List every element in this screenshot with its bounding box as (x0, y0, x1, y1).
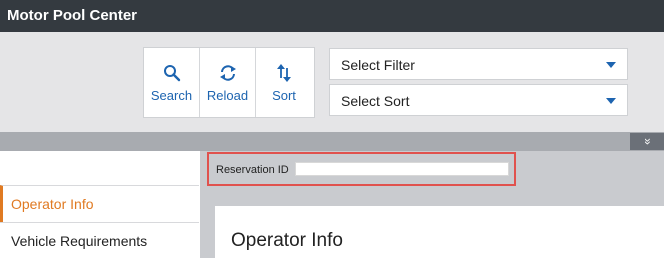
sidebar: Operator Info Vehicle Requirements (0, 151, 200, 258)
reservation-id-input[interactable] (295, 162, 509, 176)
chevron-down-icon (606, 98, 616, 104)
search-icon (163, 63, 181, 83)
reload-icon (218, 63, 238, 83)
reservation-id-box: Reservation ID (207, 152, 516, 186)
sort-select[interactable]: Select Sort (329, 84, 628, 116)
app-title: Motor Pool Center (7, 7, 137, 24)
sort-button[interactable]: Sort (256, 48, 312, 117)
filter-select[interactable]: Select Filter (329, 48, 628, 80)
sort-icon (276, 63, 292, 83)
panel-divider (0, 132, 664, 151)
chevron-down-icon (606, 62, 616, 68)
sidebar-item-label: Vehicle Requirements (11, 233, 148, 249)
sort-select-value: Select Sort (341, 93, 410, 109)
search-button-label: Search (150, 88, 193, 103)
sidebar-item-label: Operator Info (11, 196, 94, 212)
operator-info-card: Operator Info (215, 206, 664, 258)
sidebar-item-operator-info[interactable]: Operator Info (0, 185, 199, 222)
section-heading: Operator Info (231, 230, 343, 251)
reload-button[interactable]: Reload (200, 48, 256, 117)
search-button[interactable]: Search (144, 48, 200, 117)
reservation-id-label: Reservation ID (216, 164, 289, 176)
double-chevron-down-icon: » (640, 138, 655, 145)
toolbar: Search Reload Sort Select Filter Select … (0, 32, 664, 132)
action-button-group: Search Reload Sort (143, 47, 315, 118)
collapse-toggle-button[interactable]: » (630, 133, 664, 150)
filter-select-value: Select Filter (341, 57, 415, 73)
sort-button-label: Sort (272, 88, 296, 103)
reload-button-label: Reload (206, 88, 249, 103)
title-bar: Motor Pool Center (0, 0, 664, 32)
sidebar-item-vehicle-requirements[interactable]: Vehicle Requirements (0, 222, 199, 259)
